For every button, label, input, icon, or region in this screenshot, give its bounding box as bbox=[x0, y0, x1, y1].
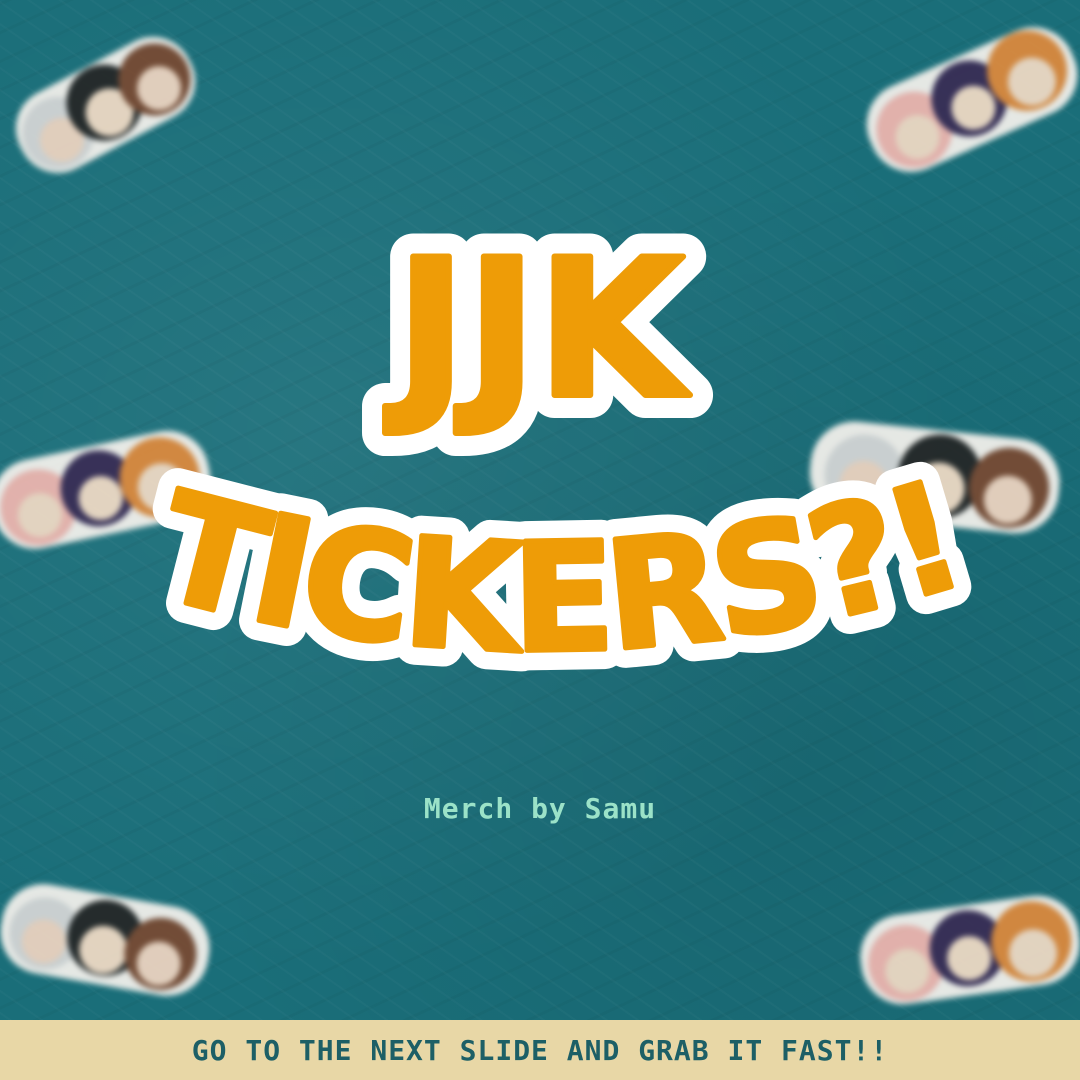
title-block: JJK JJK STICKERS?!! STICKERS?!! bbox=[0, 0, 1080, 780]
byline: Merch by Samu bbox=[423, 792, 657, 825]
footer-cta: GO TO THE NEXT SLIDE AND GRAB IT FAST!! bbox=[191, 1033, 889, 1067]
title-line1: JJK bbox=[385, 219, 690, 440]
footer-banner: GO TO THE NEXT SLIDE AND GRAB IT FAST!! bbox=[0, 1020, 1080, 1080]
chibi-trio-sticker-b bbox=[850, 880, 1080, 1020]
slide-canvas: JJK JJK STICKERS?!! STICKERS?!! Merch by… bbox=[0, 0, 1080, 1080]
chibi-trio-sticker-a bbox=[0, 860, 220, 1020]
